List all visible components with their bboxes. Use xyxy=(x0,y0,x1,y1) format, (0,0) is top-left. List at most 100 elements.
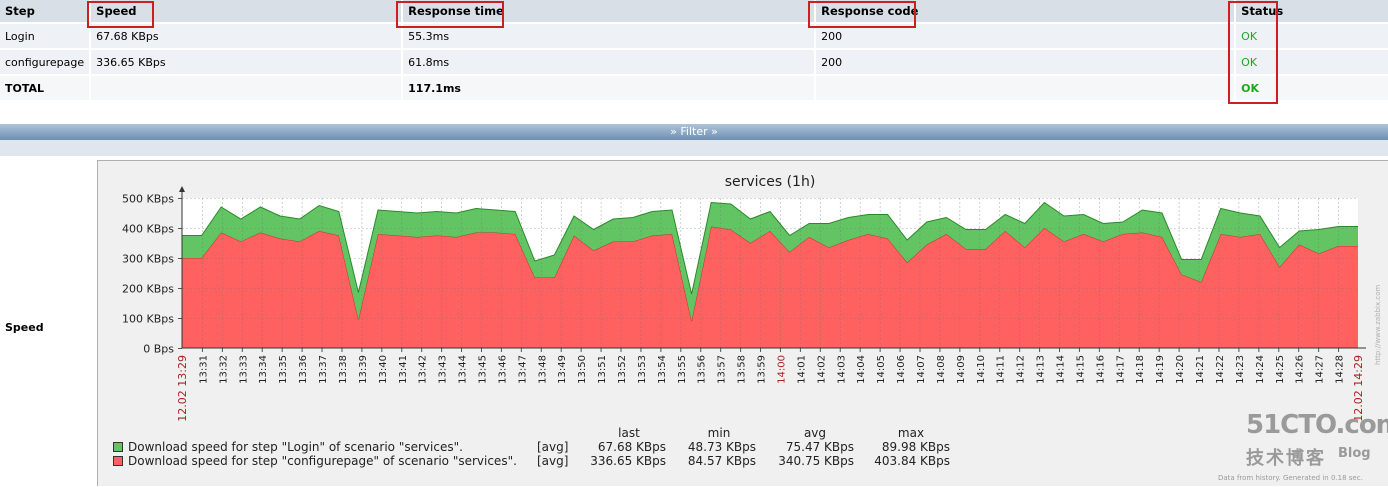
y-axis-arrow xyxy=(179,186,185,192)
x-tick-label: 13:45 xyxy=(477,355,488,384)
x-tick-label: 13:48 xyxy=(537,355,548,384)
x-tick-label: 13:47 xyxy=(517,355,528,384)
legend-label-configurepage: Download speed for step "configurepage" … xyxy=(128,454,517,468)
x-tick-label: 14:12 xyxy=(1016,355,1027,384)
y-tick-label: 500 KBps xyxy=(122,193,174,206)
web-scenario-results-table: Step Speed Response time Response code S… xyxy=(0,0,1388,102)
filter-label: Filter xyxy=(680,125,708,138)
header-response-time: Response time xyxy=(403,0,815,22)
legend-header-min: min xyxy=(707,426,731,440)
cell-response-time: 61.8ms xyxy=(403,50,815,74)
cell-step: configurepage xyxy=(0,50,90,74)
x-tick-label: 14:01 xyxy=(796,355,807,384)
y-tick-label: 400 KBps xyxy=(122,223,174,236)
legend-last-login: 67.68 KBps xyxy=(597,440,666,454)
x-tick-label: 14:26 xyxy=(1295,355,1306,384)
x-tick-label: 14:04 xyxy=(856,355,867,384)
x-tick-label: 13:56 xyxy=(697,355,708,384)
zabbix-url-watermark: http://www.zabbix.com xyxy=(1374,284,1382,365)
x-tick-label: 13:44 xyxy=(458,355,469,384)
x-tick-label: 14:20 xyxy=(1175,355,1186,384)
double-chevron-down-icon: » xyxy=(711,125,718,138)
x-tick-label: 13:50 xyxy=(577,355,588,384)
x-tick-label: 13:58 xyxy=(737,355,748,384)
x-start-label: 12.02 13:29 xyxy=(176,355,189,422)
double-chevron-down-icon: » xyxy=(670,125,677,138)
legend-min-configurepage: 84.57 KBps xyxy=(687,454,756,468)
chart-title: services (1h) xyxy=(725,174,816,190)
x-tick-label: 14:16 xyxy=(1095,355,1106,384)
x-tick-label: 14:05 xyxy=(876,355,887,384)
x-tick-label: 14:18 xyxy=(1135,355,1146,384)
cell-step: Login xyxy=(0,24,90,48)
x-tick-label: 14:11 xyxy=(996,355,1007,384)
x-tick-label: 14:10 xyxy=(976,355,987,384)
x-tick-label: 14:17 xyxy=(1115,355,1126,384)
x-tick-label: 13:53 xyxy=(637,355,648,384)
legend-header-max: max xyxy=(897,426,925,440)
legend-last-configurepage: 336.65 KBps xyxy=(590,454,666,468)
x-tick-label: 13:32 xyxy=(218,355,229,384)
x-tick-label: 14:02 xyxy=(816,355,827,384)
cell-total-label: TOTAL xyxy=(0,76,90,100)
x-tick-label: 13:33 xyxy=(238,355,249,384)
cell-status: OK xyxy=(1236,24,1388,48)
legend-header-last: last xyxy=(618,426,640,440)
speed-chart: services (1h) 13:31 13:32 13:33 13:34 13:35 13… xyxy=(122,174,1366,422)
site-watermark-logo: 51CTO.com xyxy=(1246,410,1388,440)
legend-min-login: 48.73 KBps xyxy=(687,440,756,454)
legend-func-configurepage: [avg] xyxy=(537,454,569,468)
x-tick-label: 14:22 xyxy=(1215,355,1226,384)
y-tick-label: 200 KBps xyxy=(122,283,174,296)
x-tick-label: 14:28 xyxy=(1335,355,1346,384)
x-tick-label: 13:57 xyxy=(717,355,728,384)
cell-speed: 336.65 KBps xyxy=(91,50,402,74)
x-tick-label: 14:19 xyxy=(1155,355,1166,384)
x-tick-label: 13:54 xyxy=(657,355,668,384)
legend-swatch-login xyxy=(113,442,123,452)
x-tick-label: 14:25 xyxy=(1275,355,1286,384)
x-tick-label: 13:41 xyxy=(398,355,409,384)
y-tick-label: 0 Bps xyxy=(143,343,174,356)
x-tick-label: 13:34 xyxy=(258,355,269,384)
x-tick-label: 13:42 xyxy=(418,355,429,384)
x-tick-label: 14:07 xyxy=(916,355,927,384)
cell-response-code: 200 xyxy=(816,50,1235,74)
legend-header-avg: avg xyxy=(803,426,827,440)
y-tick-label: 100 KBps xyxy=(122,313,174,326)
site-watermark-blog: Blog xyxy=(1338,446,1371,461)
filter-toggle-bar[interactable]: » Filter » xyxy=(0,124,1388,140)
x-tick-label: 14:03 xyxy=(836,355,847,384)
x-tick-label: 13:38 xyxy=(338,355,349,384)
cell-response-code: 200 xyxy=(816,24,1235,48)
graph-row-label: Speed xyxy=(5,321,44,334)
legend-max-login: 89.98 KBps xyxy=(881,440,950,454)
table-row: configurepage 336.65 KBps 61.8ms 200 OK xyxy=(0,50,1388,74)
header-status: Status xyxy=(1236,0,1388,22)
x-tick-label: 13:37 xyxy=(318,355,329,384)
x-tick-label: 14:09 xyxy=(956,355,967,384)
x-tick-label: 14:27 xyxy=(1315,355,1326,384)
x-tick-label: 13:49 xyxy=(557,355,568,384)
x-tick-label: 14:06 xyxy=(896,355,907,384)
x-tick-label: 14:15 xyxy=(1075,355,1086,384)
x-tick-label: 13:51 xyxy=(597,355,608,384)
header-response-code: Response code xyxy=(816,0,1235,22)
x-tick-label: 14:24 xyxy=(1255,355,1266,384)
table-row: Login 67.68 KBps 55.3ms 200 OK xyxy=(0,24,1388,48)
cell-status: OK xyxy=(1236,50,1388,74)
x-tick-label: 14:00 xyxy=(776,355,787,384)
x-tick-label: 14:08 xyxy=(936,355,947,384)
site-watermark-cn: 技术博客 xyxy=(1246,448,1326,469)
y-tick-label: 300 KBps xyxy=(122,253,174,266)
legend-max-configurepage: 403.84 KBps xyxy=(874,454,950,468)
x-tick-label: 14:23 xyxy=(1235,355,1246,384)
cell-response-time: 55.3ms xyxy=(403,24,815,48)
x-tick-label: 13:55 xyxy=(677,355,688,384)
x-tick-label: 13:59 xyxy=(757,355,768,384)
table-total-row: TOTAL 117.1ms OK xyxy=(0,76,1388,100)
legend-swatch-configurepage xyxy=(113,456,123,466)
x-tick-label: 13:40 xyxy=(378,355,389,384)
header-speed: Speed xyxy=(91,0,402,22)
x-tick-label: 13:35 xyxy=(278,355,289,384)
